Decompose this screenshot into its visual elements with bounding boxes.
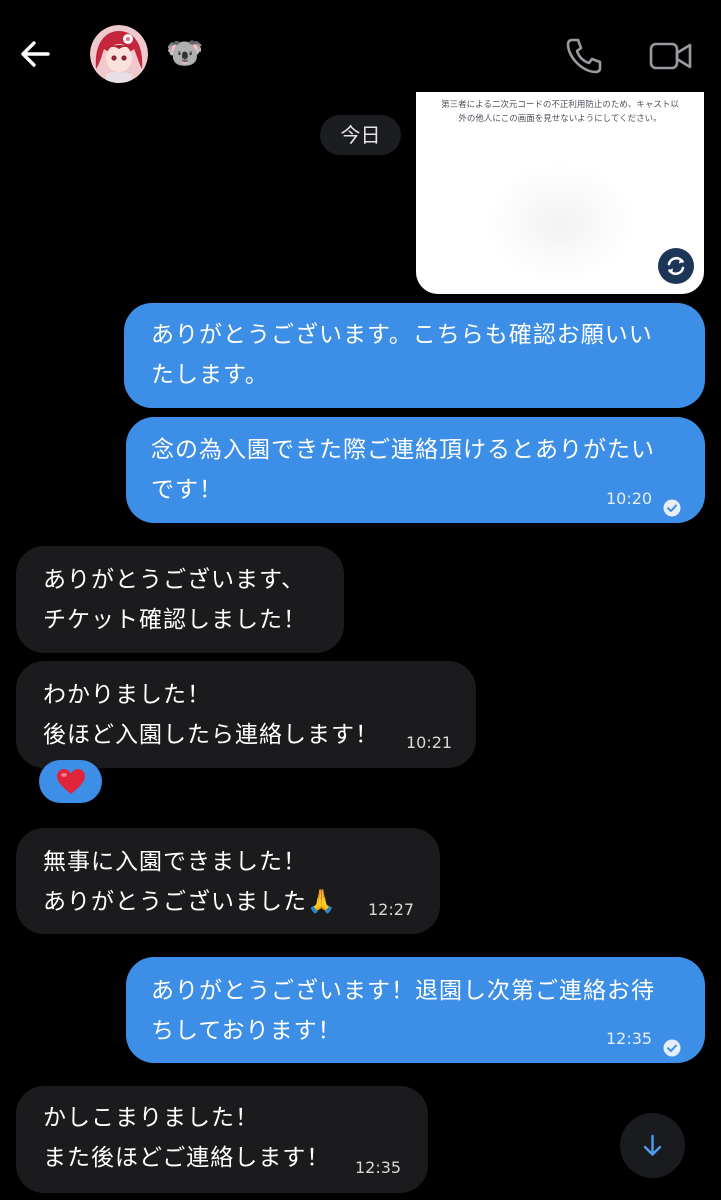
arrow-down-icon	[640, 1133, 665, 1158]
scroll-to-bottom-button[interactable]	[620, 1113, 685, 1178]
notice-line-2: 外の他人にこの画面を見せないようにしてください。	[458, 114, 662, 124]
message-bubble-incoming[interactable]: 無事に入園できました！ ありがとうございました🙏 12:27	[16, 828, 440, 934]
message-time: 10:20	[606, 489, 653, 508]
read-check-icon	[663, 490, 681, 517]
message-bubble-outgoing[interactable]: ありがとうございます。こちらも確認お願いい たします。	[124, 303, 705, 408]
message-bubble-outgoing[interactable]: 念の為入園できた際ご連絡頂けるとありがたい です！ 10:20	[126, 417, 705, 523]
message-time: 12:35	[355, 1158, 402, 1177]
message-bubble-incoming[interactable]: かしこまりました！ また後ほどご連絡します！ 12:35	[16, 1086, 428, 1193]
read-check-icon	[663, 1030, 681, 1057]
qr-notice-text: 第三者による二次元コードの不正利用防止のため、キャスト以 外の他人にこの画面を見…	[416, 98, 704, 126]
heart-icon	[56, 768, 86, 795]
message-text: 念の為入園できた際ご連絡頂けるとありがたい です！	[151, 437, 655, 503]
message-text: ありがとうございます、 チケット確認しました！	[43, 567, 307, 633]
refresh-icon[interactable]	[658, 248, 694, 284]
message-text: ありがとうございます！退園し次第ご連絡お待 ちしております！	[151, 978, 655, 1044]
message-bubble-incoming[interactable]: わかりました！ 後ほど入園したら連絡します！ 10:21	[16, 661, 476, 768]
avatar[interactable]	[90, 25, 148, 83]
phone-icon[interactable]	[562, 34, 606, 78]
message-time: 12:27	[368, 900, 415, 919]
message-text: かしこまりました！ また後ほどご連絡します！	[43, 1105, 331, 1171]
message-bubble-outgoing[interactable]: ありがとうございます！退園し次第ご連絡お待 ちしております！ 12:35	[126, 957, 705, 1063]
message-text: ありがとうございます。こちらも確認お願いい たします。	[151, 322, 653, 388]
ticket-image-message[interactable]: 第三者による二次元コードの不正利用防止のため、キャスト以 外の他人にこの画面を見…	[416, 92, 704, 294]
notice-line-1: 第三者による二次元コードの不正利用防止のため、キャスト以	[441, 100, 679, 110]
image-shadow	[486, 162, 634, 282]
message-text: 無事に入園できました！ ありがとうございました🙏	[43, 849, 337, 915]
message-time: 12:35	[606, 1029, 653, 1048]
message-text: わかりました！ 後ほど入園したら連絡します！	[43, 682, 379, 748]
message-bubble-incoming[interactable]: ありがとうございます、 チケット確認しました！	[16, 546, 344, 653]
back-arrow-icon[interactable]	[14, 32, 58, 76]
video-camera-icon[interactable]	[648, 36, 694, 76]
contact-name-emoji[interactable]: 🐨	[166, 36, 203, 72]
message-time: 10:21	[406, 733, 453, 752]
reaction-heart[interactable]	[39, 760, 102, 803]
date-divider: 今日	[320, 115, 401, 155]
